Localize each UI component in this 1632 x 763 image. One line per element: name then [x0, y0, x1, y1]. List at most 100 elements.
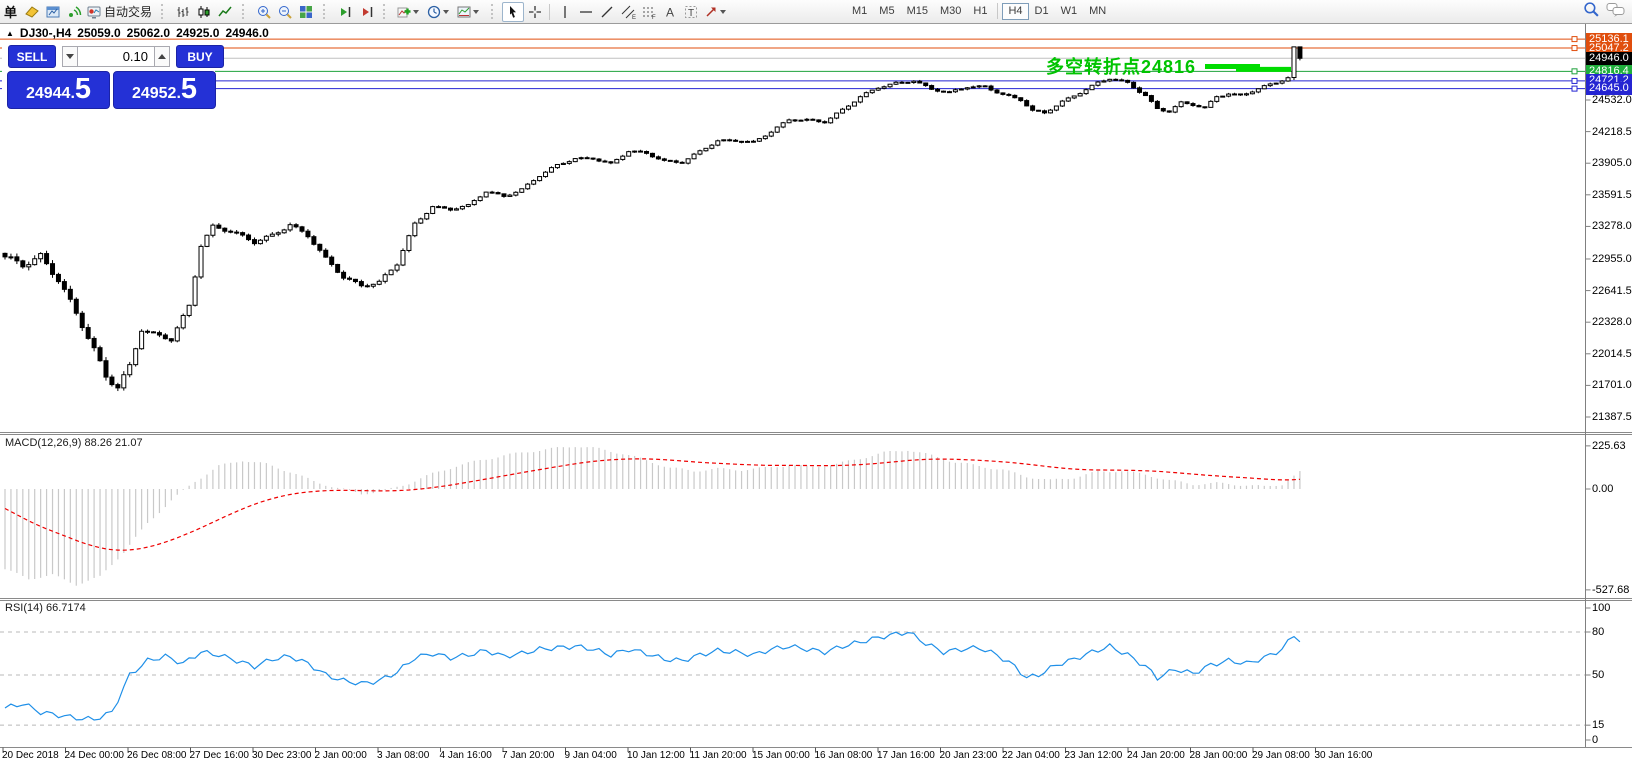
time-axis-label: 7 Jan 20:00	[502, 750, 555, 761]
autotrading-label: 自动交易	[104, 5, 153, 19]
line-chart-button[interactable]	[214, 2, 235, 22]
indicators-button[interactable]	[394, 2, 424, 22]
timeframe-h4[interactable]: H4	[1002, 2, 1029, 20]
price-axis-tick: 22955.0	[1592, 252, 1632, 265]
chart-canvas[interactable]	[0, 0, 1632, 763]
signal-button[interactable]	[63, 2, 84, 22]
time-axis-label: 29 Jan 08:00	[1252, 750, 1310, 761]
chart-window-icon	[45, 4, 61, 20]
timeframe-w1[interactable]: W1	[1055, 3, 1084, 20]
clock-icon	[426, 4, 442, 20]
chart-title: ▲ DJ30-,H4 25059.0 25062.0 24925.0 24946…	[6, 26, 269, 40]
zoom-out-button[interactable]	[274, 2, 295, 22]
timeframe-m15[interactable]: M15	[901, 3, 934, 20]
buy-button[interactable]: BUY	[176, 45, 224, 68]
turning-point-text: 多空转折点24816	[1046, 57, 1197, 77]
candlestick-chart-button[interactable]	[193, 2, 214, 22]
time-axis-label: 30 Dec 23:00	[252, 750, 312, 761]
ohlc-low: 24925.0	[176, 26, 220, 40]
time-axis-label: 10 Jan 12:00	[627, 750, 685, 761]
timeframe-toolbar: M1 M5 M15 M30 H1 H4 D1 W1 MN	[846, 0, 1112, 22]
spin-down-icon	[66, 54, 74, 59]
timeframe-m5[interactable]: M5	[873, 3, 900, 20]
volume-decrease-button[interactable]	[62, 46, 78, 67]
rsi-scale-tick: 0	[1592, 734, 1599, 746]
arrows-button[interactable]	[701, 2, 731, 22]
bar-chart-button[interactable]	[172, 2, 193, 22]
time-axis-label: 20 Jan 23:00	[939, 750, 998, 761]
volume-increase-button[interactable]	[154, 46, 170, 67]
text-tool-button[interactable]: A	[659, 2, 680, 22]
svg-text:T: T	[687, 8, 693, 19]
fibonacci-button[interactable]: F	[638, 2, 659, 22]
turning-point-annotation[interactable]: 多空转折点24816	[1046, 53, 1261, 79]
dropdown-caret	[473, 10, 480, 14]
time-axis-label: 24 Jan 20:00	[1127, 750, 1185, 761]
vertical-line-button[interactable]	[554, 2, 575, 22]
spin-up-icon	[158, 54, 166, 59]
price-line-label[interactable]: 24946.0	[1586, 51, 1632, 65]
timeframe-m30[interactable]: M30	[934, 3, 967, 20]
chat-icon[interactable]	[1606, 1, 1626, 23]
timeframe-mn[interactable]: MN	[1083, 3, 1112, 20]
svg-text:F: F	[652, 15, 656, 20]
buy-price[interactable]: 24952. 5	[113, 71, 216, 109]
macd-scale-tick: 225.63	[1592, 439, 1626, 452]
trendline-button[interactable]	[596, 2, 617, 22]
crosshair-button[interactable]	[524, 2, 545, 22]
periods-button[interactable]	[424, 2, 454, 22]
rsi-scale-tick: 100	[1592, 602, 1611, 614]
zoom-in-icon	[256, 4, 272, 20]
toolbar-gripper	[242, 4, 249, 19]
svg-text:A: A	[666, 5, 674, 19]
dropdown-caret	[720, 10, 727, 14]
time-axis-label: 23 Jan 12:00	[1064, 750, 1123, 761]
toolbar-gripper	[491, 4, 498, 19]
rsi-scale-tick: 50	[1592, 668, 1605, 681]
one-click-trading-panel: SELL BUY 24944.5 24952.5	[2, 41, 224, 109]
tile-windows-button[interactable]	[295, 2, 316, 22]
cursor-button[interactable]	[502, 1, 525, 22]
vertical-line-icon	[557, 4, 573, 20]
price-line-label[interactable]: 24645.0	[1586, 82, 1632, 96]
rsi-label: RSI(14) 66.7174	[5, 602, 86, 614]
price-axis-tick: 24218.5	[1592, 125, 1632, 138]
buy-price-int: 24952	[131, 85, 177, 102]
price-axis-tick: 23591.5	[1592, 188, 1632, 201]
ohlc-high: 25062.0	[126, 26, 171, 40]
timeframe-d1[interactable]: D1	[1029, 3, 1055, 20]
mt4-window: 单 自动交易 E F A T M1 M5 M15 M30 H1 H4 D1 W1…	[0, 0, 1632, 763]
autoscroll-button[interactable]	[334, 2, 355, 22]
time-axis-label: 30 Jan 16:00	[1314, 750, 1373, 761]
autotrading-icon	[86, 4, 102, 20]
order-ticket-button[interactable]	[21, 2, 42, 22]
sell-button[interactable]: SELL	[8, 45, 56, 68]
toolbar-gripper	[323, 4, 330, 19]
toolbar: 单 自动交易 E F A T M1 M5 M15 M30 H1 H4 D1 W1…	[0, 0, 1632, 24]
turning-point-segment[interactable]	[1205, 63, 1261, 69]
time-axis-label: 16 Jan 08:00	[814, 750, 873, 761]
sell-price-int: 24944	[25, 85, 71, 102]
toolbar-separator	[549, 3, 551, 20]
template-icon	[456, 4, 472, 20]
templates-button[interactable]	[454, 2, 484, 22]
label-tool-button[interactable]: T	[680, 2, 701, 22]
horizontal-line-button[interactable]	[575, 2, 596, 22]
volume-input[interactable]	[78, 46, 154, 67]
chart-shift-icon	[358, 4, 374, 20]
sell-price[interactable]: 24944. 5	[7, 71, 110, 109]
timeframe-m1[interactable]: M1	[846, 3, 873, 20]
horizontal-line-icon	[578, 4, 594, 20]
time-axis-label: 4 Jan 16:00	[439, 750, 492, 761]
channel-button[interactable]: E	[617, 2, 638, 22]
autotrading-button[interactable]: 自动交易	[84, 2, 154, 22]
search-icon[interactable]	[1583, 1, 1600, 23]
timeframe-h1[interactable]: H1	[967, 3, 993, 20]
price-axis-tick: 23278.0	[1592, 220, 1632, 233]
zoom-in-button[interactable]	[253, 2, 274, 22]
new-chart-button[interactable]	[42, 2, 63, 22]
new-order-button[interactable]: 单	[0, 2, 21, 22]
text-tool-icon: A	[662, 4, 678, 20]
price-axis-tick: 22014.5	[1592, 347, 1632, 360]
chart-shift-button[interactable]	[355, 2, 376, 22]
